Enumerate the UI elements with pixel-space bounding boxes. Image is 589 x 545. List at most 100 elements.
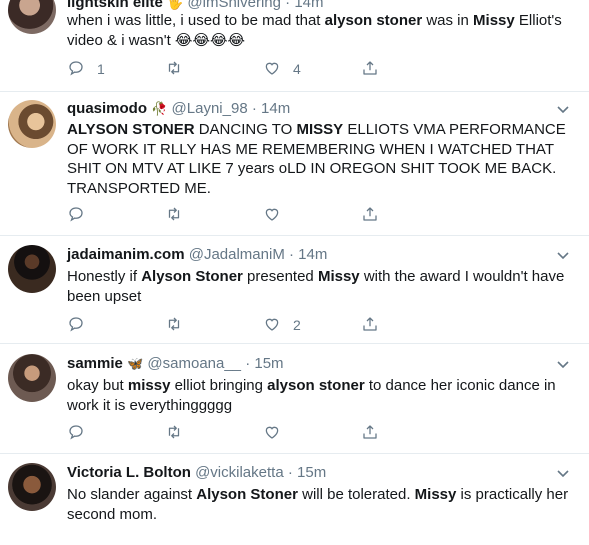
- display-name[interactable]: jadaimanim.com: [67, 246, 185, 263]
- highlighted-term: missy: [127, 377, 171, 394]
- timestamp[interactable]: 14m: [294, 0, 323, 11]
- tweet-text-segment: will be tolerated.: [297, 486, 415, 503]
- retweet-icon: [165, 315, 183, 336]
- reply-button[interactable]: 1: [67, 59, 105, 79]
- reply-icon: [67, 423, 85, 444]
- name-emoji: 🥀: [151, 101, 168, 116]
- share-icon: [361, 315, 379, 336]
- reply-icon: [67, 59, 85, 80]
- name-emoji: 🦋: [127, 356, 144, 371]
- tweet-actions: [67, 205, 397, 225]
- tweet-text-segment: presented: [242, 268, 318, 285]
- avatar[interactable]: [8, 354, 56, 402]
- share-button[interactable]: [361, 59, 379, 79]
- highlighted-term: ALYSON STONER: [67, 121, 195, 138]
- retweet-button[interactable]: [165, 315, 195, 335]
- tweet-text: okay but missy elliot bringing alyson st…: [67, 376, 572, 415]
- highlighted-term: Missy: [317, 268, 360, 285]
- like-button[interactable]: [263, 423, 293, 443]
- like-icon: [263, 423, 281, 444]
- timestamp[interactable]: 14m: [261, 100, 290, 117]
- retweet-icon: [165, 59, 183, 80]
- tweet[interactable]: sammie 🦋 @samoana__ · 15m okay but missy…: [0, 344, 589, 454]
- share-button[interactable]: [361, 423, 379, 443]
- tweet[interactable]: lightskin elite 🖐 @lmShivering · 14m whe…: [0, 0, 589, 92]
- like-icon: [263, 315, 281, 336]
- avatar[interactable]: [8, 463, 56, 511]
- separator: ·: [245, 355, 251, 372]
- tweet[interactable]: Victoria L. Bolton @vickilaketta · 15m N…: [0, 454, 589, 545]
- separator: ·: [251, 100, 257, 117]
- highlighted-term: Alyson Stoner: [141, 268, 243, 285]
- reply-button[interactable]: [67, 423, 97, 443]
- like-button[interactable]: 2: [263, 315, 301, 335]
- tweet-text: No slander against Alyson Stoner will be…: [67, 485, 572, 524]
- handle[interactable]: @samoana__: [147, 355, 241, 372]
- avatar[interactable]: [8, 0, 56, 34]
- tweet[interactable]: quasimodo 🥀 @Layni_98 · 14m ALYSON STONE…: [0, 92, 589, 236]
- separator: ·: [287, 464, 293, 481]
- separator: ·: [288, 246, 294, 263]
- separator: ·: [285, 0, 291, 11]
- like-count: 2: [293, 317, 301, 333]
- tweet-text-segment: was in: [422, 12, 474, 29]
- retweet-button[interactable]: [165, 205, 195, 225]
- reply-icon: [67, 315, 85, 336]
- tweet-text-segment: No slander against: [67, 486, 197, 503]
- tweet-actions: 1 4: [67, 59, 397, 79]
- handle[interactable]: @Layni_98: [172, 100, 248, 117]
- retweet-button[interactable]: [165, 59, 195, 79]
- tweet-header: quasimodo 🥀 @Layni_98 · 14m: [67, 100, 290, 118]
- display-name[interactable]: lightskin elite: [67, 0, 163, 11]
- share-icon: [361, 423, 379, 444]
- timestamp[interactable]: 15m: [297, 464, 326, 481]
- like-button[interactable]: 4: [263, 59, 301, 79]
- retweet-icon: [165, 423, 183, 444]
- retweet-button[interactable]: [165, 423, 195, 443]
- like-count: 4: [293, 61, 301, 77]
- tweet-header: jadaimanim.com @JadalmaniM · 14m: [67, 246, 327, 264]
- tweet-text: when i was little, i used to be mad that…: [67, 11, 572, 50]
- tweet-text-segment: when i was little, i used to be mad that: [67, 12, 325, 29]
- highlighted-term: Alyson Stoner: [196, 486, 298, 503]
- tweet-header: Victoria L. Bolton @vickilaketta · 15m: [67, 464, 326, 482]
- avatar[interactable]: [8, 100, 56, 148]
- share-icon: [361, 59, 379, 80]
- handle[interactable]: @JadalmaniM: [189, 246, 285, 263]
- handle[interactable]: @vickilaketta: [195, 464, 284, 481]
- chevron-down-icon[interactable]: [555, 247, 571, 263]
- timestamp[interactable]: 15m: [254, 355, 283, 372]
- tweet-text-segment: okay but: [67, 377, 128, 394]
- tweet[interactable]: jadaimanim.com @JadalmaniM · 14m Honestl…: [0, 236, 589, 344]
- share-icon: [361, 205, 379, 226]
- share-button[interactable]: [361, 205, 379, 225]
- display-name[interactable]: sammie: [67, 355, 123, 372]
- reply-button[interactable]: [67, 205, 97, 225]
- tweet-header: sammie 🦋 @samoana__ · 15m: [67, 355, 284, 373]
- like-icon: [263, 205, 281, 226]
- display-name[interactable]: Victoria L. Bolton: [67, 464, 191, 481]
- highlighted-term: MISSY: [296, 121, 344, 138]
- highlighted-term: alyson stoner: [324, 12, 423, 29]
- name-emoji: 🖐: [167, 0, 184, 10]
- handle[interactable]: @lmShivering: [187, 0, 281, 11]
- display-name[interactable]: quasimodo: [67, 100, 147, 117]
- tweet-text-segment: DANCING TO: [194, 121, 297, 138]
- reply-icon: [67, 205, 85, 226]
- timestamp[interactable]: 14m: [298, 246, 327, 263]
- chevron-down-icon[interactable]: [555, 465, 571, 481]
- chevron-down-icon[interactable]: [555, 356, 571, 372]
- retweet-icon: [165, 205, 183, 226]
- avatar[interactable]: [8, 245, 56, 293]
- share-button[interactable]: [361, 315, 379, 335]
- highlighted-term: Missy: [473, 12, 515, 29]
- tweet-text-segment: elliot bringing: [170, 377, 268, 394]
- tweet-text: ALYSON STONER DANCING TO MISSY ELLIOTS V…: [67, 120, 572, 198]
- tweet-text: Honestly if Alyson Stoner presented Miss…: [67, 267, 572, 306]
- reply-button[interactable]: [67, 315, 97, 335]
- tweet-text-segment: Honestly if: [67, 268, 142, 285]
- highlighted-term: Missy: [414, 486, 457, 503]
- tweet-actions: [67, 423, 397, 443]
- chevron-down-icon[interactable]: [555, 101, 571, 117]
- like-button[interactable]: [263, 205, 293, 225]
